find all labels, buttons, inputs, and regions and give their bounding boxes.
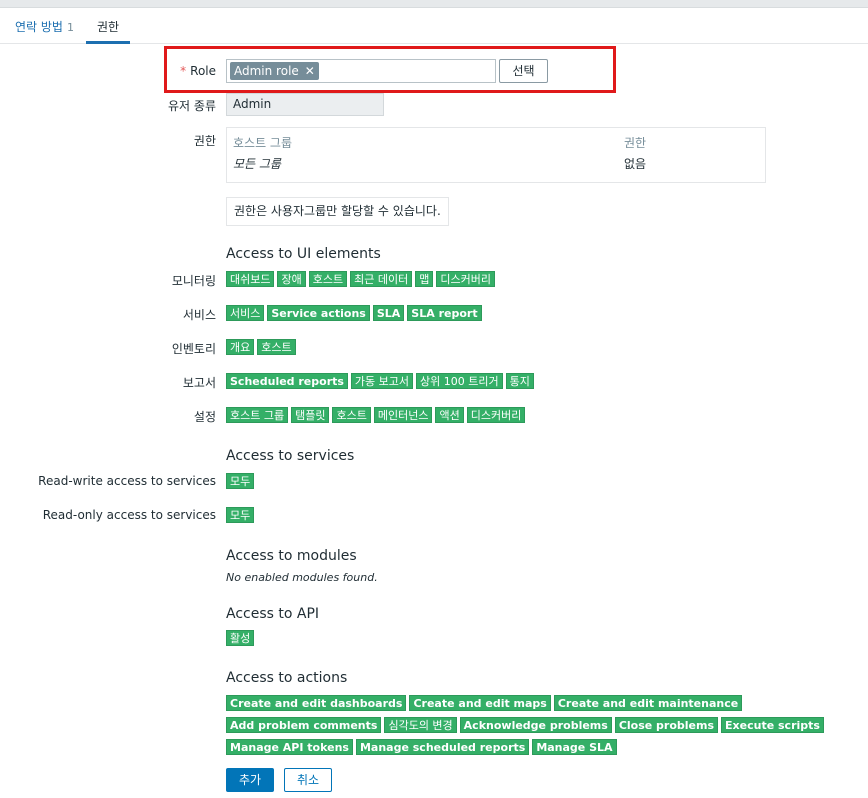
- services-access-title: Access to services: [226, 448, 355, 464]
- ui-tag-list: Scheduled reports 가동 보고서 상위 100 트리거 통지: [226, 373, 534, 389]
- ui-tag: 호스트 그룹: [226, 407, 289, 423]
- top-bar: [0, 0, 868, 8]
- api-tag: 활성: [226, 630, 255, 646]
- action-tag-list: Create and edit dashboards Create and ed…: [226, 695, 743, 711]
- row-group: 모든 그룹: [233, 157, 281, 171]
- ui-tag: 통지: [505, 373, 534, 389]
- permissions-table: 호스트 그룹 권한 모든 그룹 없음: [226, 127, 766, 183]
- ui-access-title: Access to UI elements: [226, 246, 381, 262]
- cancel-button[interactable]: 취소: [284, 768, 332, 792]
- role-label: * Role: [180, 64, 216, 78]
- ui-tag: SLA: [372, 305, 405, 321]
- role-select-button[interactable]: 선택: [499, 59, 548, 83]
- role-chip-label: Admin role: [234, 64, 299, 78]
- ui-tag: Service actions: [267, 305, 370, 321]
- ui-tag-list: 서비스 Service actions SLA SLA report: [226, 305, 482, 321]
- modules-access-title: Access to modules: [226, 548, 357, 564]
- ui-tag: 서비스: [226, 305, 265, 321]
- permissions-label: 권한: [193, 134, 216, 148]
- ui-tag: 맵: [415, 271, 434, 287]
- read-only-tag: 모두: [226, 507, 255, 523]
- action-tag: Manage API tokens: [226, 739, 353, 755]
- role-chip: Admin role ✕: [230, 62, 319, 80]
- ui-tag: 메인터넌스: [373, 407, 433, 423]
- role-label-text: Role: [190, 64, 216, 78]
- ui-tag-list: 호스트 그룹 탬플릿 호스트 메인터넌스 액션 디스커버리: [226, 407, 526, 423]
- action-tag: Create and edit maintenance: [553, 695, 743, 711]
- action-tag: Manage SLA: [532, 739, 617, 755]
- api-tags: 활성: [226, 630, 255, 646]
- ui-tag: 디스커버리: [466, 407, 526, 423]
- tab-permissions[interactable]: 권한: [86, 9, 130, 44]
- required-marker: *: [180, 64, 187, 78]
- ui-tag: 가동 보고서: [350, 373, 414, 389]
- ui-tag: 대쉬보드: [226, 271, 275, 287]
- action-tag: Acknowledge problems: [459, 717, 612, 733]
- tab-bar: 연락 방법 1 권한: [0, 9, 868, 44]
- ui-tag: 호스트: [332, 407, 371, 423]
- action-tag: Create and edit maps: [409, 695, 551, 711]
- ui-tag: 액션: [435, 407, 464, 423]
- tab-contacts-count: 1: [66, 21, 74, 34]
- action-tag: Manage scheduled reports: [355, 739, 530, 755]
- ui-tag: 탬플릿: [291, 407, 330, 423]
- ui-tag-list: 대쉬보드 장애 호스트 최근 데이터 맵 디스커버리: [226, 271, 495, 287]
- read-write-tags: 모두: [226, 473, 255, 489]
- read-only-label: Read-only access to services: [42, 508, 216, 522]
- ui-tag: SLA report: [407, 305, 482, 321]
- user-type-label: 유저 종류: [168, 99, 216, 113]
- action-tag: Close problems: [614, 717, 719, 733]
- chip-remove-icon[interactable]: ✕: [305, 64, 315, 78]
- ui-row-label: 보고서: [182, 376, 216, 390]
- tab-contacts[interactable]: 연락 방법 1: [15, 9, 74, 44]
- ui-tag: 호스트: [308, 271, 348, 287]
- user-type-field: Admin: [226, 93, 384, 116]
- ui-row-label: 설정: [193, 410, 216, 424]
- permissions-note: 권한은 사용자그룹만 할당할 수 있습니다.: [226, 197, 449, 226]
- ui-row-label: 서비스: [182, 308, 216, 322]
- add-button[interactable]: 추가: [226, 768, 274, 792]
- ui-tag: 호스트: [257, 339, 296, 355]
- modules-note: No enabled modules found.: [226, 571, 378, 584]
- ui-tag: 개요: [226, 339, 255, 355]
- ui-tag: Scheduled reports: [226, 373, 348, 389]
- role-multiselect[interactable]: Admin role ✕: [226, 59, 496, 83]
- read-write-tag: 모두: [226, 473, 255, 489]
- col-permission: 권한: [624, 136, 647, 150]
- action-tag-list: Manage API tokens Manage scheduled repor…: [226, 739, 617, 755]
- read-write-label: Read-write access to services: [38, 474, 216, 488]
- read-only-tags: 모두: [226, 507, 255, 523]
- tab-contacts-label: 연락 방법: [15, 20, 63, 34]
- row-permission: 없음: [624, 157, 647, 171]
- action-tag-list: Add problem comments 심각도의 변경 Acknowledge…: [226, 717, 824, 733]
- action-tag: 심각도의 변경: [384, 717, 457, 733]
- ui-tag: 디스커버리: [436, 271, 495, 287]
- ui-row-label: 인벤토리: [171, 342, 216, 356]
- api-access-title: Access to API: [226, 606, 320, 622]
- action-tag: Create and edit dashboards: [226, 695, 407, 711]
- ui-tag: 최근 데이터: [350, 271, 413, 287]
- ui-tag: 장애: [277, 271, 306, 287]
- action-tag: Add problem comments: [226, 717, 382, 733]
- ui-row-label: 모니터링: [171, 274, 216, 288]
- col-host-group: 호스트 그룹: [233, 136, 293, 150]
- actions-access-title: Access to actions: [226, 670, 348, 686]
- action-tag: Execute scripts: [721, 717, 824, 733]
- ui-tag-list: 개요 호스트: [226, 339, 296, 355]
- ui-tag: 상위 100 트리거: [416, 373, 503, 389]
